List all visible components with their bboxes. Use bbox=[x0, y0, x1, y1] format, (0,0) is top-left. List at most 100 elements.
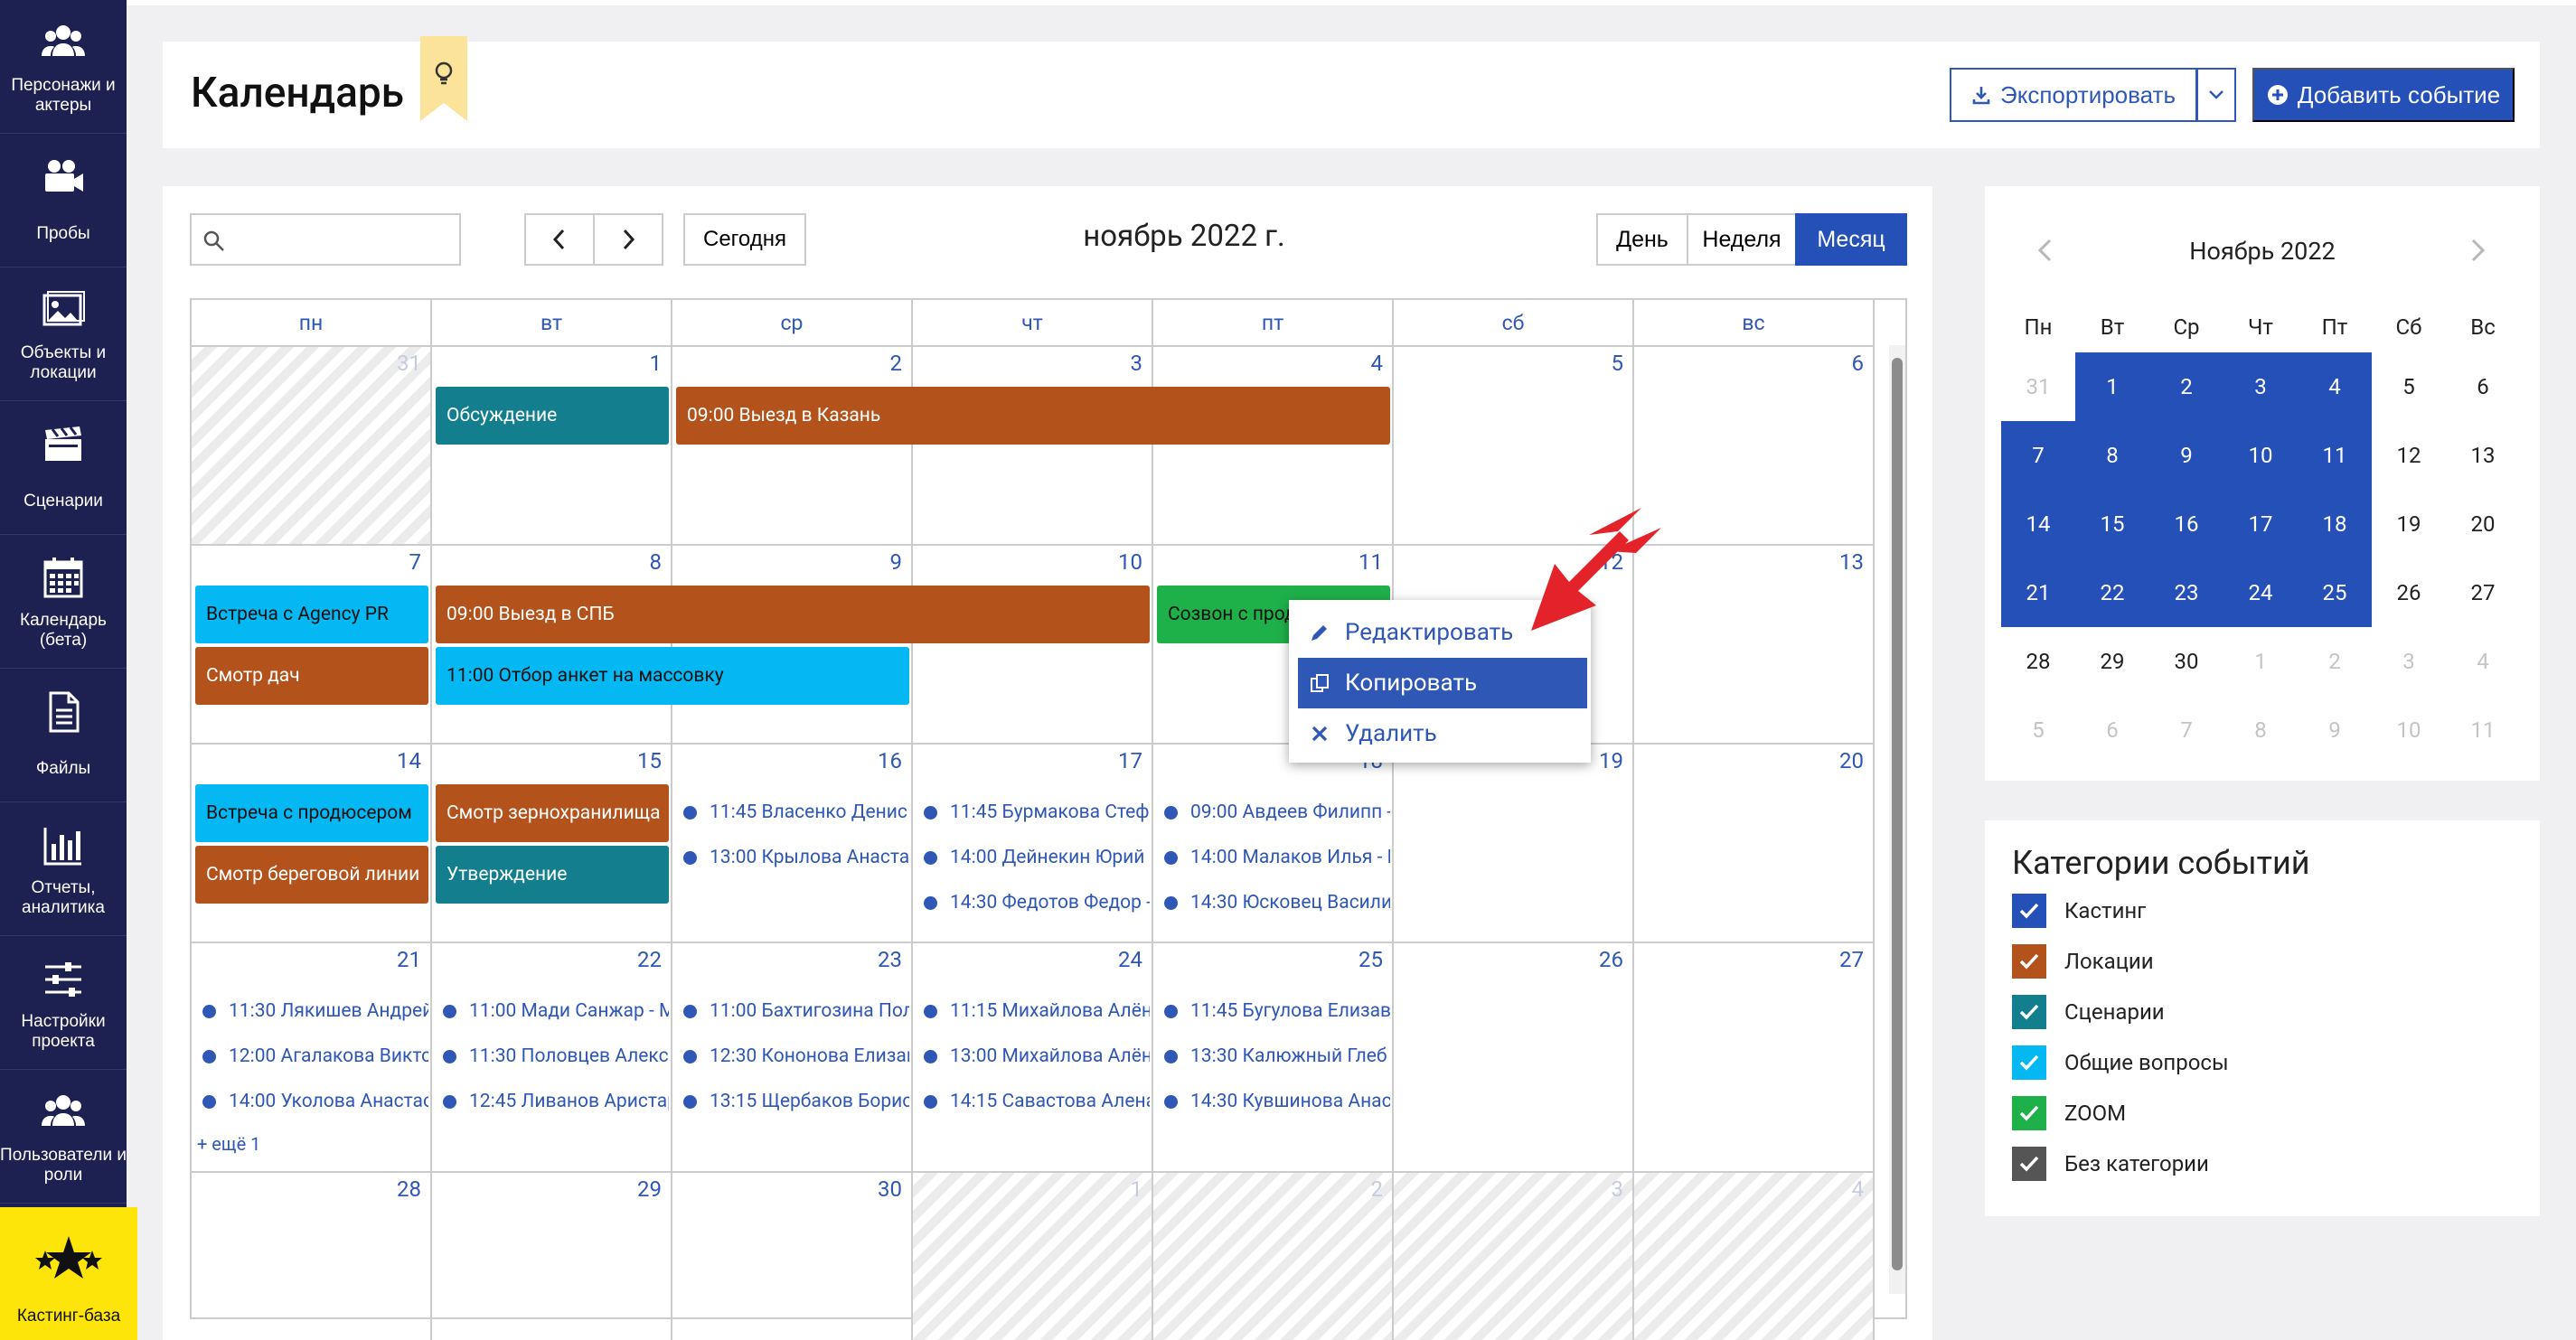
day-cell[interactable]: 2 bbox=[1153, 1173, 1394, 1340]
day-cell[interactable]: 29 bbox=[432, 1173, 672, 1340]
sidebar-item-users[interactable]: Пользователи и роли bbox=[0, 1070, 127, 1204]
calendar-event[interactable]: 14:30 Федотов Федор - bbox=[913, 889, 1150, 916]
day-cell[interactable]: 4 bbox=[1634, 1173, 1875, 1340]
day-number[interactable]: 9 bbox=[890, 549, 903, 575]
day-cell[interactable]: 20 bbox=[1634, 745, 1875, 943]
day-cell[interactable]: 1 bbox=[913, 1173, 1153, 1340]
calendar-event[interactable]: 13:30 Калюжный Глеб bbox=[1153, 1043, 1390, 1070]
calendar-event[interactable]: Обсуждение bbox=[436, 387, 669, 445]
calendar-event[interactable]: 11:00 Отбор анкет на массовку bbox=[436, 647, 909, 705]
day-number[interactable]: 2 bbox=[1371, 1176, 1384, 1202]
mini-day[interactable]: 3 bbox=[2372, 627, 2446, 696]
day-cell[interactable]: 15 bbox=[432, 745, 672, 943]
mini-day[interactable]: 13 bbox=[2446, 421, 2520, 490]
day-cell[interactable]: 30 bbox=[672, 1173, 913, 1340]
mini-day[interactable]: 11 bbox=[2446, 696, 2520, 764]
mini-day[interactable]: 27 bbox=[2446, 558, 2520, 627]
day-number[interactable]: 3 bbox=[1131, 351, 1143, 376]
mini-day[interactable]: 17 bbox=[2223, 490, 2298, 558]
mini-day[interactable]: 2 bbox=[2149, 352, 2223, 421]
mini-day[interactable]: 20 bbox=[2446, 490, 2520, 558]
day-cell[interactable]: 10 bbox=[913, 546, 1153, 745]
menu-item-delete[interactable]: Удалить bbox=[1298, 708, 1587, 759]
day-cell[interactable]: 13 bbox=[1634, 546, 1875, 745]
day-number[interactable]: 11 bbox=[1359, 549, 1383, 575]
calendar-event[interactable]: 14:00 Малаков Илья - Б bbox=[1153, 844, 1390, 871]
day-cell[interactable]: 26 bbox=[1394, 943, 1634, 1173]
category-checkbox[interactable] bbox=[2012, 1147, 2046, 1181]
calendar-event[interactable]: 12:30 Кононова Елизавета bbox=[672, 1043, 909, 1070]
calendar-event[interactable]: 09:00 Выезд в СПБ bbox=[436, 586, 1150, 643]
day-number[interactable]: 6 bbox=[1852, 351, 1865, 376]
category-item[interactable]: ZOOM bbox=[2012, 1095, 2126, 1131]
mini-day[interactable]: 28 bbox=[2001, 627, 2075, 696]
day-number[interactable]: 22 bbox=[637, 947, 662, 972]
calendar-event[interactable]: Смотр береговой линии bbox=[195, 846, 428, 904]
day-cell[interactable]: 31 bbox=[192, 347, 432, 546]
mini-day[interactable]: 31 bbox=[2001, 352, 2075, 421]
calendar-event[interactable]: 13:15 Щербаков Борис bbox=[672, 1088, 909, 1115]
calendar-event[interactable]: 11:45 Власенко Денис bbox=[672, 799, 909, 826]
mini-day[interactable]: 21 bbox=[2001, 558, 2075, 627]
calendar-event[interactable]: 13:00 Михайлова Алёна bbox=[913, 1043, 1150, 1070]
day-cell[interactable]: 19 bbox=[1394, 745, 1634, 943]
search-input[interactable] bbox=[190, 213, 461, 266]
view-month-button[interactable]: Месяц bbox=[1795, 213, 1907, 266]
calendar-event[interactable]: 14:30 Юсковец Василий bbox=[1153, 889, 1390, 916]
day-number[interactable]: 16 bbox=[878, 748, 902, 773]
day-number[interactable]: 26 bbox=[1599, 947, 1623, 972]
category-item[interactable]: Сценарии bbox=[2012, 994, 2165, 1030]
calendar-event[interactable]: 11:00 Мади Санжар - М bbox=[432, 998, 669, 1025]
day-number[interactable]: 25 bbox=[1359, 947, 1383, 972]
calendar-event[interactable]: 11:15 Михайлова Алёна bbox=[913, 998, 1150, 1025]
sidebar-item-locations[interactable]: Объекты и локации bbox=[0, 267, 127, 401]
mini-day[interactable]: 22 bbox=[2075, 558, 2149, 627]
calendar-event[interactable]: Встреча с продюсером bbox=[195, 784, 428, 842]
day-number[interactable]: 31 bbox=[397, 351, 421, 376]
calendar-event[interactable]: 09:00 Авдеев Филипп - bbox=[1153, 799, 1390, 826]
grid-scrollbar[interactable] bbox=[1889, 345, 1905, 1294]
day-number[interactable]: 21 bbox=[397, 947, 421, 972]
day-number[interactable]: 7 bbox=[409, 549, 422, 575]
day-number[interactable]: 10 bbox=[1118, 549, 1142, 575]
day-number[interactable]: 24 bbox=[1118, 947, 1142, 972]
calendar-event[interactable]: 09:00 Выезд в Казань bbox=[676, 387, 1390, 445]
category-item[interactable]: Кастинг bbox=[2012, 893, 2146, 929]
sidebar-item-calendar[interactable]: Календарь (бета) bbox=[0, 535, 127, 669]
mini-day[interactable]: 29 bbox=[2075, 627, 2149, 696]
day-number[interactable]: 2 bbox=[890, 351, 903, 376]
sidebar-item-auditions[interactable]: Пробы bbox=[0, 134, 127, 267]
mini-day[interactable]: 30 bbox=[2149, 627, 2223, 696]
mini-day[interactable]: 7 bbox=[2001, 421, 2075, 490]
category-item[interactable]: Без категории bbox=[2012, 1146, 2209, 1182]
calendar-event[interactable]: 14:00 Уколова Анастасия bbox=[192, 1088, 428, 1115]
category-item[interactable]: Локации bbox=[2012, 943, 2154, 979]
calendar-event[interactable]: 11:45 Бугулова Елизавета bbox=[1153, 998, 1390, 1025]
mini-day[interactable]: 8 bbox=[2075, 421, 2149, 490]
mini-day[interactable]: 9 bbox=[2149, 421, 2223, 490]
day-number[interactable]: 23 bbox=[878, 947, 902, 972]
day-number[interactable]: 4 bbox=[1852, 1176, 1865, 1202]
mini-day[interactable]: 5 bbox=[2001, 696, 2075, 764]
day-cell[interactable]: 7 bbox=[192, 546, 432, 745]
calendar-event[interactable]: 14:15 Савастова Алена bbox=[913, 1088, 1150, 1115]
day-cell[interactable]: 9 bbox=[672, 546, 913, 745]
chevron-right-icon[interactable] bbox=[2464, 237, 2491, 264]
prev-month-button[interactable] bbox=[524, 213, 595, 266]
day-cell[interactable]: 1 bbox=[432, 347, 672, 546]
day-number[interactable]: 4 bbox=[1371, 351, 1384, 376]
day-cell[interactable]: 8 bbox=[432, 546, 672, 745]
menu-item-copy[interactable]: Копировать bbox=[1298, 658, 1587, 708]
day-cell[interactable]: 2 bbox=[672, 347, 913, 546]
day-cell[interactable]: 28 bbox=[192, 1173, 432, 1340]
day-cell[interactable]: 3 bbox=[1394, 1173, 1634, 1340]
next-month-button[interactable] bbox=[593, 213, 663, 266]
calendar-event[interactable]: 11:30 Половцев Алексей bbox=[432, 1043, 669, 1070]
mini-day[interactable]: 1 bbox=[2075, 352, 2149, 421]
mini-day[interactable]: 1 bbox=[2223, 627, 2298, 696]
mini-day[interactable]: 23 bbox=[2149, 558, 2223, 627]
mini-day[interactable]: 5 bbox=[2372, 352, 2446, 421]
calendar-event[interactable]: 11:30 Лякишев Андрей bbox=[192, 998, 428, 1025]
mini-day[interactable]: 26 bbox=[2372, 558, 2446, 627]
day-number[interactable]: 13 bbox=[1839, 549, 1864, 575]
